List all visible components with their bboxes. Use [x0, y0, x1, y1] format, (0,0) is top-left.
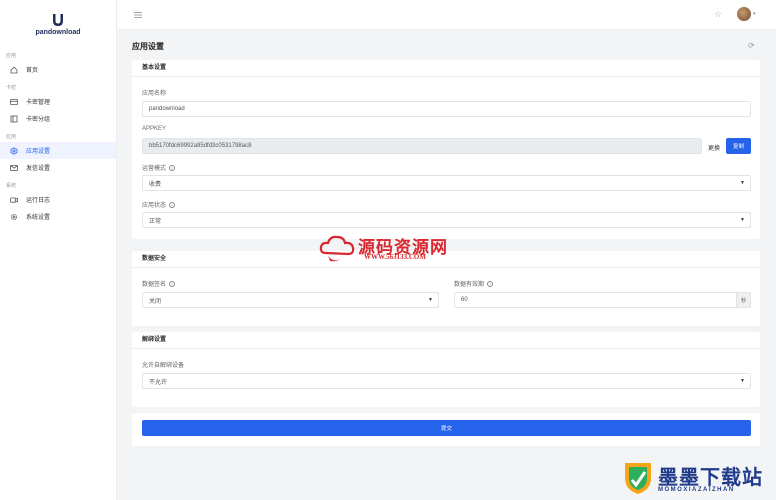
status-value: 正常	[149, 218, 162, 225]
watermark-site2: 墨墨下载站 MOMOXIAZAIZHAN	[622, 460, 772, 498]
mode-value: 收费	[149, 181, 162, 188]
sign-label: 数据签名?	[142, 279, 176, 288]
home-icon	[9, 65, 18, 74]
mode-label-text: 运营模式	[142, 166, 167, 172]
avatar[interactable]	[737, 7, 751, 21]
card-icon	[9, 97, 18, 106]
sidebar-item-run-log[interactable]: 运行日志	[0, 191, 116, 208]
sidebar-item-system-settings[interactable]: 系统设置	[0, 208, 116, 225]
nav-group-label: 应用	[6, 53, 17, 59]
sidebar-item-label: 系统设置	[26, 215, 51, 221]
chevron-down-icon[interactable]: ▾	[753, 11, 756, 17]
replace-button[interactable]: 更换	[708, 143, 720, 152]
logo-u-icon	[53, 13, 63, 26]
allow-unbind-label: 允许自解绑设备	[142, 363, 185, 369]
sidebar-item-label: 首页	[26, 68, 39, 74]
sign-value: 关闭	[149, 298, 162, 305]
nav-group-label: 卡密	[6, 85, 17, 91]
refresh-icon[interactable]: ⟳	[748, 41, 755, 50]
validity-label: 数据有效期?	[454, 279, 494, 288]
dropdown-caret-icon: ▼	[740, 217, 745, 223]
card-title: 解绑设置	[132, 332, 760, 349]
validity-field[interactable]: 60 秒	[454, 292, 751, 308]
sidebar-item-label: 卡密管理	[26, 100, 51, 106]
appkey-label: APPKEY	[142, 126, 167, 132]
sidebar-item-card-group[interactable]: 卡密分组	[0, 110, 116, 127]
menu-toggle-icon[interactable]	[133, 10, 143, 20]
help-icon[interactable]: ?	[169, 164, 176, 171]
cloud-logo-icon	[319, 235, 355, 262]
card-title: 基本设置	[132, 60, 760, 77]
appkey-field[interactable]: bb5170fdc69992a95dfd3c0531798ac8	[142, 138, 702, 154]
settings-icon	[9, 146, 18, 155]
topbar: ☆ ▾	[117, 0, 776, 30]
group-icon	[9, 114, 18, 123]
sidebar-item-label: 应用设置	[26, 149, 51, 155]
status-label: 应用状态?	[142, 200, 176, 209]
sidebar: pandownload 应用 首页 卡密 卡密管理 卡密分组 应用 应用设置 发…	[0, 0, 117, 500]
sidebar-item-home[interactable]: 首页	[0, 61, 116, 78]
app-name-value: pandownload	[149, 106, 185, 112]
dropdown-caret-icon: ▼	[740, 378, 745, 384]
shield-logo-icon	[625, 463, 651, 494]
app-name-label: 应用名称	[142, 91, 167, 97]
help-icon[interactable]: ?	[169, 280, 176, 287]
sidebar-item-label: 发信设置	[26, 166, 51, 172]
sidebar-item-label: 运行日志	[26, 198, 51, 204]
mode-select[interactable]: 收费 ▼	[142, 175, 751, 191]
sidebar-item-app-settings[interactable]: 应用设置	[0, 142, 116, 159]
basic-settings-card: 基本设置 应用名称 pandownload APPKEY bb5170fdc69…	[132, 60, 760, 239]
submit-card: 提交	[132, 413, 760, 446]
star-icon[interactable]: ☆	[714, 9, 722, 20]
help-icon[interactable]: ?	[169, 201, 176, 208]
unbind-settings-card: 解绑设置 允许自解绑设备 不允许 ▼	[132, 332, 760, 407]
mode-label: 运营模式?	[142, 163, 176, 172]
copy-button[interactable]: 复制	[726, 138, 751, 154]
watermark-site1-url: WWW.563133.COM	[364, 253, 426, 261]
mail-icon	[9, 163, 18, 172]
appkey-value: bb5170fdc69992a95dfd3c0531798ac8	[149, 143, 252, 149]
app-name-field[interactable]: pandownload	[142, 101, 751, 117]
dropdown-caret-icon: ▼	[740, 180, 745, 186]
status-label-text: 应用状态	[142, 203, 167, 209]
dropdown-caret-icon: ▼	[428, 297, 433, 303]
logo[interactable]: pandownload	[0, 0, 116, 44]
gear-icon	[9, 212, 18, 221]
sidebar-item-card-management[interactable]: 卡密管理	[0, 93, 116, 110]
brand-name: pandownload	[35, 28, 81, 36]
allow-unbind-value: 不允许	[149, 379, 168, 386]
watermark-site2-pinyin: MOMOXIAZAIZHAN	[658, 487, 735, 493]
sign-select[interactable]: 关闭 ▼	[142, 292, 439, 308]
validity-unit: 秒	[736, 293, 750, 307]
nav-group-label: 系统	[6, 183, 17, 189]
help-icon[interactable]: ?	[487, 280, 494, 287]
validity-value: 60	[461, 297, 468, 303]
submit-button[interactable]: 提交	[142, 420, 751, 436]
allow-unbind-select[interactable]: 不允许 ▼	[142, 373, 751, 389]
sign-label-text: 数据签名	[142, 282, 167, 288]
page-title: 应用设置	[132, 42, 164, 51]
nav-group-label: 应用	[6, 134, 17, 140]
sidebar-item-mail-settings[interactable]: 发信设置	[0, 159, 116, 176]
watermark-site2-name: 墨墨下载站	[658, 467, 763, 489]
validity-label-text: 数据有效期	[454, 282, 485, 288]
sidebar-item-label: 卡密分组	[26, 117, 51, 123]
status-select[interactable]: 正常 ▼	[142, 212, 751, 228]
watermark-site1: 源码资源网 WWW.563133.COM	[318, 231, 458, 267]
log-icon	[9, 195, 18, 204]
